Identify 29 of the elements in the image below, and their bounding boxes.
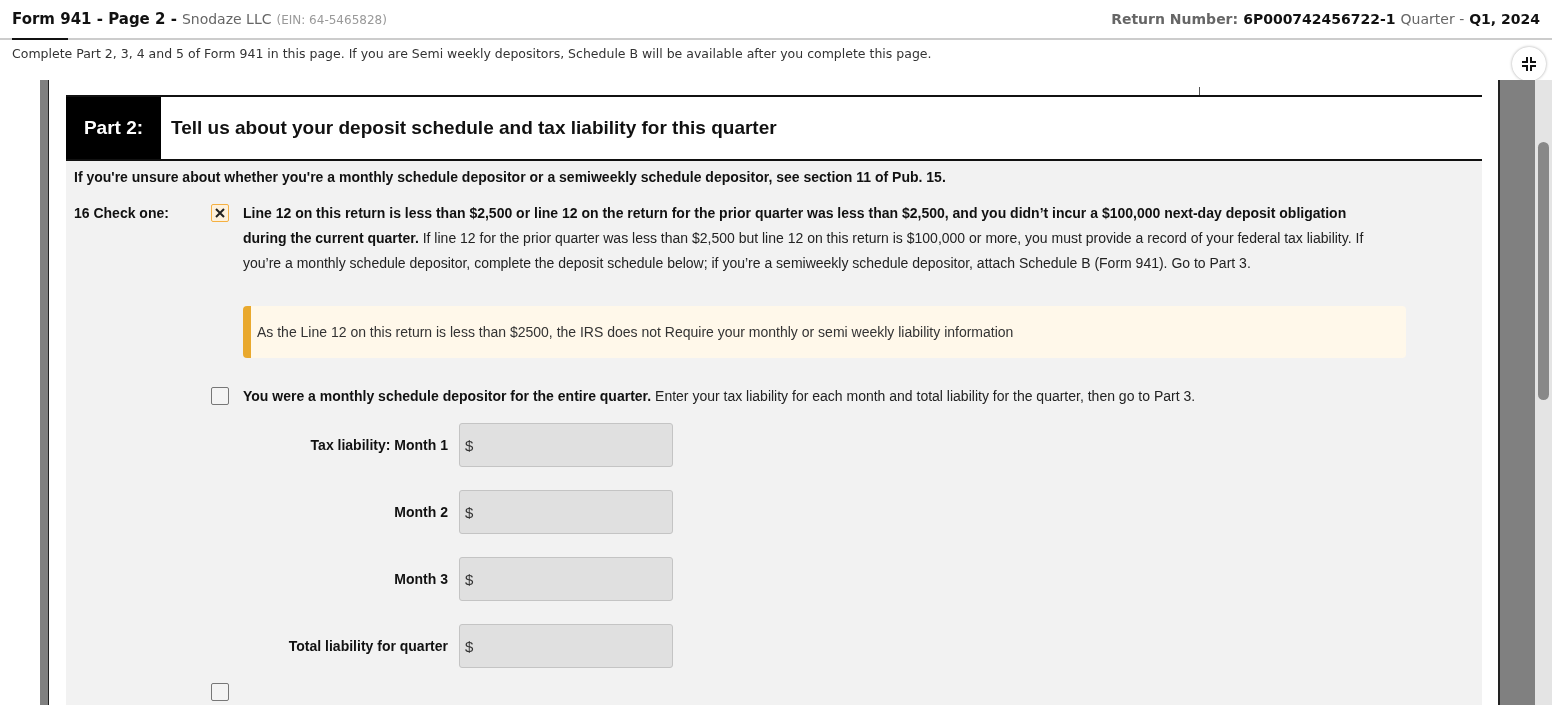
field-label: Total liability for quarter bbox=[288, 638, 448, 654]
company-name: Snodaze LLC bbox=[181, 11, 272, 27]
input-field[interactable]: $ bbox=[459, 423, 673, 467]
alert-message: As the Line 12 on this return is less than $2500, the IRS does not Require your monthly or semi weekly liability information bbox=[257, 324, 1014, 340]
input-field[interactable]: $ bbox=[459, 557, 673, 601]
note-text: If you're unsure about whether you're a monthly schedule depositor or a semiweekly schedule depositor, see section 11 of Pub. 15. bbox=[74, 169, 947, 185]
ein-number: (EIN: 64-5465828) bbox=[276, 13, 387, 27]
cross-icon bbox=[215, 208, 225, 218]
option-text: You were a monthly schedule depositor for the entire quarter. Enter your tax liability for each month and total liability for the quarter, then go to Part 3. bbox=[243, 387, 1197, 406]
instructions-text: Complete Part 2, 3, 4 and 5 of Form 941 in this page. If you are Semi weekly depositors, Schedule B will be available after you complete this page. bbox=[12, 45, 932, 61]
checkbox[interactable] bbox=[211, 204, 229, 222]
quarter-value: Q1, 2024 bbox=[1469, 11, 1540, 27]
option-text: Line 12 on this return is less than $2,500 or line 12 on the return for the prior quarter was less than $2,500, and you didn’t incur a $100,000 next-day deposit obligation during the current quarter. If line 12 for the prior quarter was less than $2,500 but line 12 on this return is $100,000 or more, you must provide a record of your federal tax liability. If you’re a monthly schedule depositor, complete the deposit schedule below; if you’re a semiweekly schedule depositor, attach Schedule B (Form 941). Go to Part 3. bbox=[243, 204, 1365, 273]
field-label: Tax liability: Month 1 bbox=[310, 437, 448, 453]
part-number: Part 2: bbox=[66, 97, 161, 159]
checkbox[interactable] bbox=[211, 683, 229, 701]
line-label: 16 Check one: bbox=[74, 204, 170, 223]
checkbox[interactable] bbox=[211, 387, 229, 405]
return-number-label: Return Number: bbox=[1111, 11, 1239, 27]
input-field[interactable]: $ bbox=[459, 490, 673, 534]
input-field[interactable]: $ bbox=[459, 624, 673, 668]
collapse-icon[interactable] bbox=[1512, 47, 1546, 81]
quarter-label: Quarter - bbox=[1400, 11, 1465, 27]
return-number: 6P000742456722-1 bbox=[1243, 11, 1396, 27]
field-label: Month 3 bbox=[394, 571, 448, 587]
form-title: Form 941 - Page 2 - bbox=[12, 10, 177, 28]
field-label: Month 2 bbox=[394, 504, 448, 520]
scrollbar[interactable] bbox=[1535, 80, 1552, 705]
part-title: Tell us about your deposit schedule and tax liability for this quarter bbox=[170, 116, 777, 140]
